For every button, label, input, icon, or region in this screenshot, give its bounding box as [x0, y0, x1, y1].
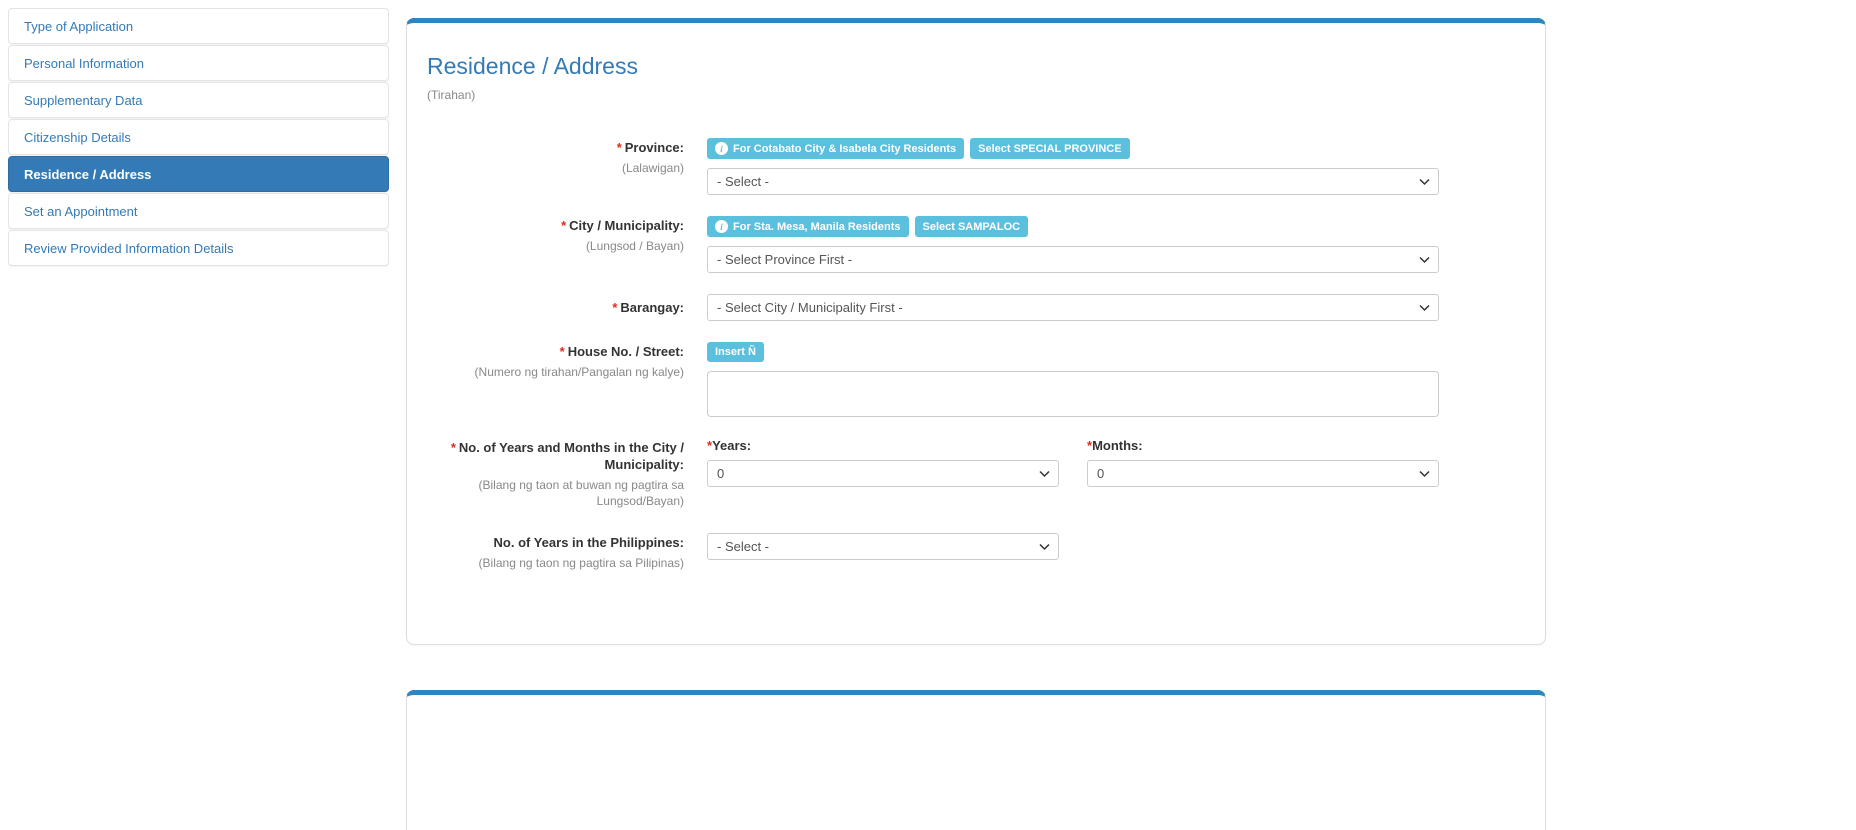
- sidebar-item-review-information[interactable]: Review Provided Information Details: [8, 230, 389, 266]
- barangay-label: * Barangay:: [427, 300, 684, 317]
- sidebar-item-citizenship-details[interactable]: Citizenship Details: [8, 119, 389, 155]
- label-text: Barangay:: [620, 300, 684, 315]
- province-translation: (Lalawigan): [621, 160, 684, 175]
- required-marker: *: [561, 218, 567, 233]
- house-street-row: * House No. / Street: (Numero ng tirahan/…: [427, 342, 1525, 417]
- years-philippines-select[interactable]: - Select -: [707, 533, 1059, 561]
- sidebar-item-supplementary-data[interactable]: Supplementary Data: [8, 82, 389, 118]
- sidebar-item-label: Type of Application: [24, 18, 134, 34]
- label-text: No. of Years in the Philippines:: [493, 535, 684, 551]
- house-street-input[interactable]: [707, 371, 1439, 417]
- sidebar-item-label: Supplementary Data: [24, 92, 143, 108]
- years-months-city-label: * No. of Years and Months in the City / M…: [427, 440, 684, 474]
- house-street-label: * House No. / Street:: [427, 344, 684, 361]
- city-info-badge: i For Sta. Mesa, Manila Residents: [707, 216, 909, 237]
- sidebar-item-personal-information[interactable]: Personal Information: [8, 45, 389, 81]
- page-layout: Type of Application Personal Information…: [0, 0, 1856, 830]
- sidebar-item-label: Set an Appointment: [24, 203, 138, 219]
- steps-sidebar: Type of Application Personal Information…: [8, 8, 389, 267]
- years-philippines-row: No. of Years in the Philippines: (Bilang…: [427, 533, 1525, 571]
- info-icon: i: [715, 142, 728, 155]
- years-months-city-translation: (Bilang ng taon at buwan ng pagtira sa L…: [478, 477, 684, 508]
- barangay-row: * Barangay: - Select City / Municipality …: [427, 294, 1525, 321]
- label-text: Province:: [624, 140, 684, 155]
- years-philippines-translation: (Bilang ng taon ng pagtira sa Pilipinas): [478, 556, 684, 571]
- sidebar-item-label: Review Provided Information Details: [24, 240, 234, 256]
- info-icon: i: [715, 220, 728, 233]
- province-label: * Province:: [427, 140, 684, 157]
- label-text: Months:: [1092, 438, 1143, 453]
- page-subtitle: (Tirahan): [427, 88, 476, 102]
- city-label: * City / Municipality:: [427, 218, 684, 235]
- label-text: House No. / Street:: [567, 344, 684, 359]
- label-text: No. of Years and Months in the City / Mu…: [458, 440, 684, 472]
- select-sampaloc-button[interactable]: Select SAMPALOC: [914, 216, 1029, 237]
- province-select[interactable]: - Select -: [707, 168, 1439, 195]
- months-select[interactable]: 0: [1087, 460, 1439, 487]
- page-title: Residence / Address: [427, 53, 638, 79]
- city-row: * City / Municipality: (Lungsod / Bayan) …: [427, 216, 1525, 273]
- label-text: Years:: [712, 438, 752, 453]
- sidebar-item-set-an-appointment[interactable]: Set an Appointment: [8, 193, 389, 229]
- required-marker: *: [450, 440, 456, 455]
- house-street-translation: (Numero ng tirahan/Pangalan ng kalye): [474, 364, 684, 379]
- sidebar-item-residence-address[interactable]: Residence / Address: [8, 156, 389, 192]
- years-select[interactable]: 0: [707, 460, 1059, 487]
- residence-address-card: Residence / Address (Tirahan) * Province:…: [406, 18, 1546, 646]
- main-content: Residence / Address (Tirahan) * Province:…: [406, 8, 1546, 830]
- required-marker: *: [616, 140, 622, 155]
- city-translation: (Lungsod / Bayan): [585, 238, 684, 253]
- sidebar-item-label: Residence / Address: [24, 166, 152, 182]
- required-marker: *: [612, 300, 618, 315]
- sidebar-item-label: Personal Information: [24, 55, 144, 71]
- badge-text: For Sta. Mesa, Manila Residents: [733, 220, 901, 233]
- city-select[interactable]: - Select Province First -: [707, 246, 1439, 273]
- sidebar-item-type-of-application[interactable]: Type of Application: [8, 8, 389, 44]
- years-months-city-row: * No. of Years and Months in the City / M…: [427, 438, 1525, 509]
- sidebar-item-label: Citizenship Details: [24, 129, 131, 145]
- years-philippines-label: No. of Years in the Philippines:: [427, 535, 684, 552]
- badge-text: For Cotabato City & Isabela City Residen…: [733, 142, 957, 155]
- select-special-province-button[interactable]: Select SPECIAL PROVINCE: [970, 138, 1130, 159]
- label-text: City / Municipality:: [569, 218, 684, 233]
- years-label: *Years:: [707, 438, 1059, 453]
- required-marker: *: [559, 344, 565, 359]
- province-info-badge: i For Cotabato City & Isabela City Resid…: [707, 138, 965, 159]
- barangay-select[interactable]: - Select City / Municipality First -: [707, 294, 1439, 321]
- next-section-card: [406, 690, 1546, 830]
- province-row: * Province: (Lalawigan) i For Cotabato Ci…: [427, 138, 1525, 195]
- months-label: *Months:: [1087, 438, 1439, 453]
- insert-enye-button[interactable]: Insert Ñ: [707, 342, 764, 362]
